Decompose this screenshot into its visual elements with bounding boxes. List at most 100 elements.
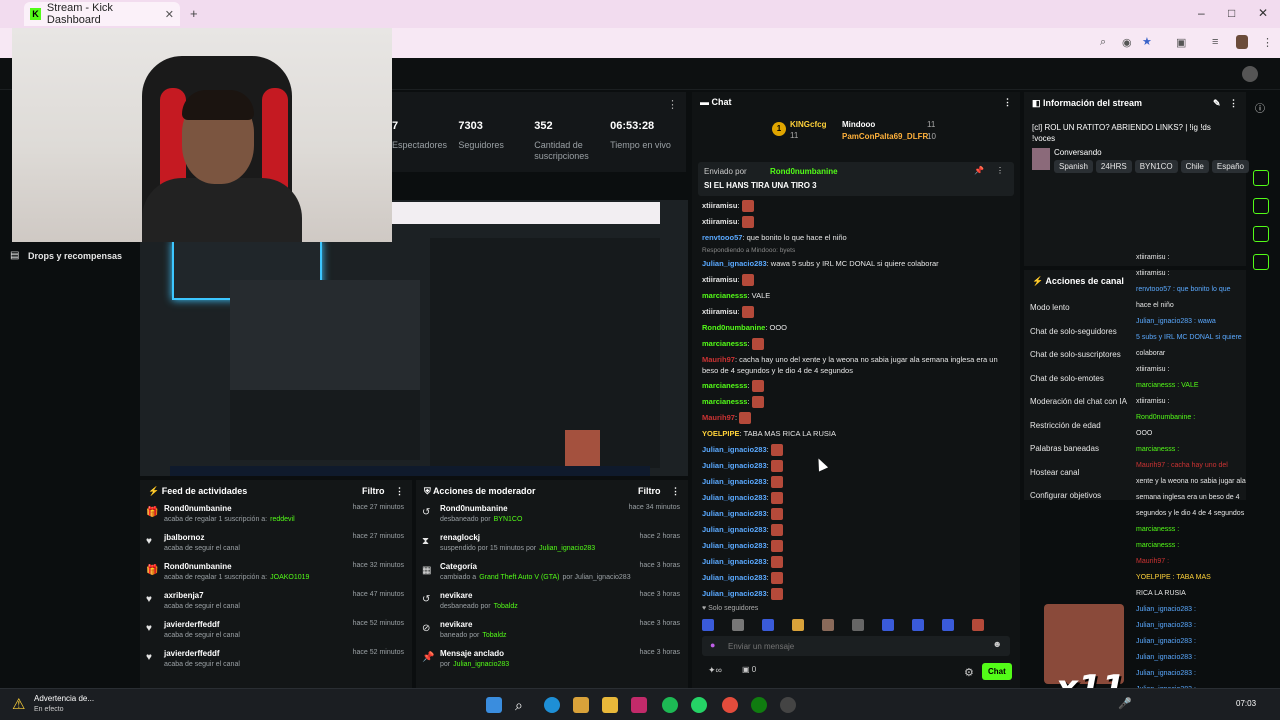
chat-message[interactable]: xtiiramisu: bbox=[692, 214, 1020, 230]
maximize-button[interactable]: □ bbox=[1228, 6, 1235, 20]
activity-filter-button[interactable]: Filtro bbox=[362, 486, 385, 496]
obs-icon[interactable] bbox=[780, 697, 796, 713]
chat-username[interactable]: marcianesss bbox=[702, 381, 747, 390]
mod-action-item[interactable]: ⧗ renaglockj suspendido por 15 minutos por… bbox=[416, 531, 688, 560]
eye-slash-icon[interactable]: ◉ bbox=[1122, 36, 1132, 49]
chat-username[interactable]: xtiiramisu bbox=[702, 217, 737, 226]
chat-username[interactable]: marcianesss bbox=[702, 291, 747, 300]
search-icon[interactable]: ⌕ bbox=[515, 697, 531, 713]
chat-username[interactable]: xtiiramisu bbox=[702, 275, 737, 284]
chat-username[interactable]: Maurih97 bbox=[702, 413, 735, 422]
stream-tag[interactable]: Españo bbox=[1211, 160, 1249, 173]
emote[interactable] bbox=[732, 619, 744, 631]
mod-action-item[interactable]: ▦ Categoría cambiado a Grand Theft Auto V (… bbox=[416, 560, 688, 589]
chat-message[interactable]: Maurih97: cacha hay uno del xente y la w… bbox=[692, 354, 1020, 376]
edge-icon[interactable] bbox=[544, 697, 560, 713]
browser-tab[interactable]: K Stream - Kick Dashboard ✕ bbox=[24, 2, 180, 26]
mic-tray-icon[interactable]: 🎤 bbox=[1118, 697, 1132, 710]
activity-menu-icon[interactable]: ⋮ bbox=[395, 486, 404, 496]
info-menu-icon[interactable]: ⋮ bbox=[1229, 98, 1238, 108]
stream-tag[interactable]: Chile bbox=[1180, 160, 1209, 173]
folder-icon[interactable] bbox=[602, 697, 618, 713]
chat-username[interactable]: Julian_ignacio283 bbox=[702, 477, 767, 486]
chat-message[interactable]: Maurih97: bbox=[692, 410, 1020, 426]
emote[interactable] bbox=[942, 619, 954, 631]
sidebar-tool-icon[interactable] bbox=[1253, 226, 1269, 242]
spotify-icon[interactable] bbox=[662, 697, 678, 713]
emote[interactable] bbox=[792, 619, 804, 631]
stream-tag[interactable]: 24HRS bbox=[1095, 160, 1132, 173]
chat-message[interactable]: Julian_ignacio283: bbox=[692, 490, 1020, 506]
send-chat-button[interactable]: Chat bbox=[982, 663, 1012, 680]
chat-username[interactable]: Julian_ignacio283 bbox=[702, 509, 767, 518]
activity-item[interactable]: ♥ jbalbornoz acaba de seguir el canal hace … bbox=[140, 531, 412, 560]
chat-username[interactable]: marcianesss bbox=[702, 397, 747, 406]
chat-message[interactable]: Julian_ignacio283: wawa 5 subs y IRL MC … bbox=[692, 256, 1020, 272]
close-window-button[interactable]: ✕ bbox=[1258, 6, 1268, 20]
chat-username[interactable]: xtiiramisu bbox=[702, 307, 737, 316]
mod-action-by[interactable]: Grand Theft Auto V (GTA) bbox=[479, 574, 559, 581]
stats-menu-icon[interactable]: ⋮ bbox=[667, 98, 678, 111]
emote[interactable] bbox=[852, 619, 864, 631]
mod-action-item[interactable]: 📌 Mensaje anclado por Julian_ignacio283 hace… bbox=[416, 647, 688, 676]
chat-message[interactable]: Julian_ignacio283: bbox=[692, 538, 1020, 554]
chat-username[interactable]: xtiiramisu bbox=[702, 201, 737, 210]
chat-username[interactable]: marcianesss bbox=[702, 339, 747, 348]
profile-avatar[interactable] bbox=[1236, 35, 1248, 49]
chat-username[interactable]: Julian_ignacio283 bbox=[702, 445, 767, 454]
chat-message[interactable]: xtiiramisu: bbox=[692, 272, 1020, 288]
sidebar-tool-icon[interactable] bbox=[1253, 254, 1269, 270]
pinned-menu-icon[interactable]: ⋮ bbox=[996, 166, 1004, 175]
chat-username[interactable]: Julian_ignacio283 bbox=[702, 573, 767, 582]
emote[interactable] bbox=[912, 619, 924, 631]
chat-message[interactable]: marcianesss: VALE bbox=[692, 288, 1020, 304]
emote[interactable] bbox=[702, 619, 714, 631]
chat-username[interactable]: YOELPIPE bbox=[702, 429, 740, 438]
chat-message[interactable]: marcianesss: bbox=[692, 336, 1020, 352]
mod-action-by[interactable]: BYN1CO bbox=[494, 516, 523, 523]
chat-input-wrapper[interactable]: ● ☻ bbox=[702, 636, 1010, 656]
mod-action-item[interactable]: ↺ nevikare desbaneado por Tobaldz hace 3 hor… bbox=[416, 589, 688, 618]
activity-item[interactable]: ♥ javierderffeddf acaba de seguir el canal… bbox=[140, 618, 412, 647]
new-tab-button[interactable]: + bbox=[190, 6, 198, 21]
menu-icon[interactable]: ⋮ bbox=[1262, 36, 1273, 49]
sidebar-tool-icon[interactable] bbox=[1253, 170, 1269, 186]
edit-icon[interactable]: ✎ bbox=[1213, 98, 1221, 108]
chat-message[interactable]: xtiiramisu: bbox=[692, 198, 1020, 214]
extensions-icon[interactable]: ▣ bbox=[1176, 36, 1186, 49]
snip-icon[interactable] bbox=[631, 697, 647, 713]
chat-username[interactable]: Julian_ignacio283 bbox=[702, 525, 767, 534]
sidebar-tool-icon[interactable] bbox=[1253, 198, 1269, 214]
chrome-icon[interactable] bbox=[722, 697, 738, 713]
emoji-icon[interactable]: ☻ bbox=[993, 639, 1002, 649]
chat-username[interactable]: Maurih97 bbox=[702, 355, 735, 364]
chat-message[interactable]: renvtooo57: que bonito lo que hace el ni… bbox=[692, 230, 1020, 246]
chat-message[interactable]: Julian_ignacio283: bbox=[692, 554, 1020, 570]
pinned-message[interactable]: Enviado por Rond0numbanine SI EL HANS TI… bbox=[698, 162, 1014, 196]
chat-username[interactable]: Julian_ignacio283 bbox=[702, 493, 767, 502]
chat-message[interactable]: Julian_ignacio283: bbox=[692, 442, 1020, 458]
store-icon[interactable] bbox=[573, 697, 589, 713]
chat-username[interactable]: renvtooo57 bbox=[702, 233, 742, 242]
chat-message[interactable]: marcianesss: bbox=[692, 378, 1020, 394]
whatsapp-icon[interactable] bbox=[691, 697, 707, 713]
mod-menu-icon[interactable]: ⋮ bbox=[671, 486, 680, 496]
chat-message[interactable]: YOELPIPE: TABA MAS RICA LA RUSIA bbox=[692, 426, 1020, 442]
mod-action-item[interactable]: ↺ Rond0numbanine desbaneado por BYN1CO hace … bbox=[416, 502, 688, 531]
activity-item[interactable]: ♥ javierderffeddf acaba de seguir el canal… bbox=[140, 647, 412, 676]
emote[interactable] bbox=[882, 619, 894, 631]
mod-action-by[interactable]: Julian_ignacio283 bbox=[539, 545, 595, 552]
activity-item[interactable]: 🎁 Rond0numbanine acaba de regalar 1 suscri… bbox=[140, 502, 412, 531]
points-icon[interactable]: ✦∞ bbox=[708, 665, 722, 676]
chat-menu-icon[interactable]: ⋮ bbox=[1003, 97, 1012, 108]
emote[interactable] bbox=[822, 619, 834, 631]
activity-target[interactable]: reddevil bbox=[270, 516, 295, 523]
warning-icon[interactable]: ⚠ bbox=[12, 695, 25, 713]
chat-input[interactable] bbox=[728, 639, 978, 653]
mod-action-item[interactable]: ⊘ nevikare baneado por Tobaldz hace 3 horas bbox=[416, 618, 688, 647]
chat-username[interactable]: Julian_ignacio283 bbox=[702, 541, 767, 550]
emote[interactable] bbox=[972, 619, 984, 631]
chat-message[interactable]: Julian_ignacio283: bbox=[692, 522, 1020, 538]
emote[interactable] bbox=[762, 619, 774, 631]
close-tab-icon[interactable]: ✕ bbox=[165, 8, 174, 21]
